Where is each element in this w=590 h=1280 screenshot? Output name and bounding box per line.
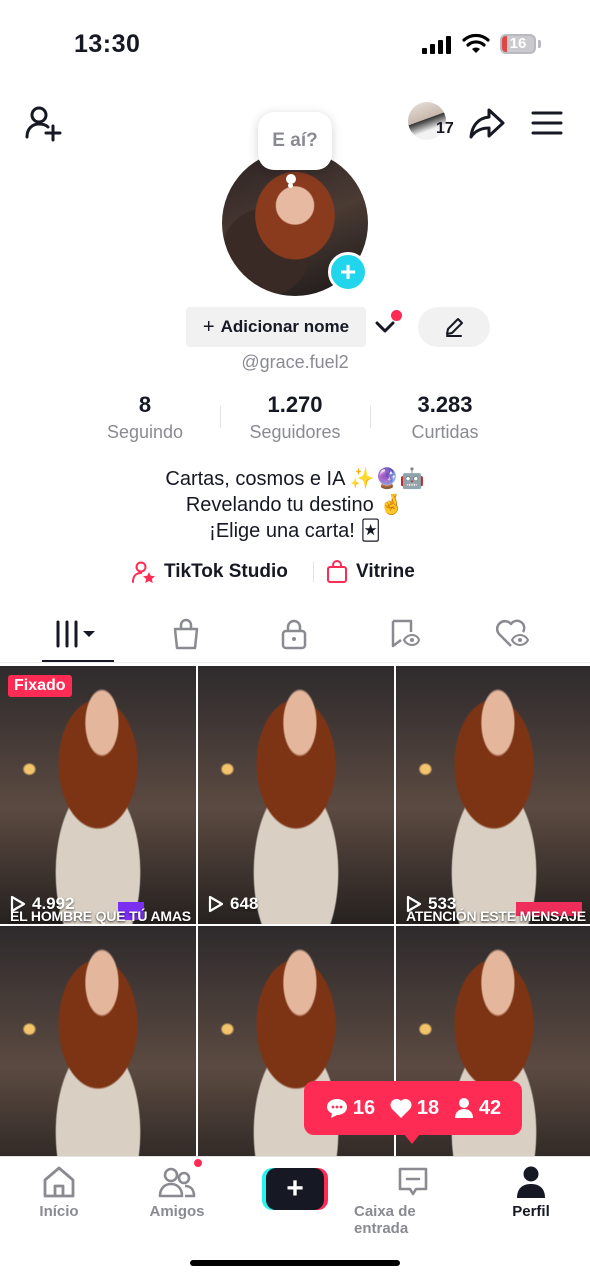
shopping-bag-icon bbox=[327, 560, 347, 583]
heart-icon bbox=[390, 1098, 412, 1118]
likes-value: 18 bbox=[416, 1096, 440, 1119]
comment-icon bbox=[326, 1099, 347, 1118]
tab-videos[interactable] bbox=[40, 612, 116, 656]
stat-followers[interactable]: 1.270 Seguidores bbox=[225, 392, 365, 443]
nav-profile[interactable]: Perfil bbox=[472, 1165, 590, 1220]
share-profile-button[interactable] bbox=[466, 104, 508, 142]
shop-bag-icon bbox=[173, 618, 199, 650]
status-bar: 13:30 16 bbox=[0, 0, 590, 90]
plus-icon: + bbox=[339, 256, 357, 287]
plus-icon: + bbox=[266, 1168, 324, 1210]
video-thumbnail[interactable] bbox=[198, 926, 394, 1184]
video-caption: EL HOMBRE QUE TÚ AMAS bbox=[10, 908, 191, 924]
battery-level: 16 bbox=[509, 35, 527, 52]
liked-heart-icon bbox=[495, 619, 529, 647]
home-indicator bbox=[190, 1260, 400, 1266]
tiktok-studio-link[interactable]: TikTok Studio bbox=[132, 558, 288, 586]
nav-inbox[interactable]: Caixa de entrada bbox=[354, 1165, 472, 1237]
cellular-signal-icon bbox=[422, 36, 451, 54]
add-friend-button[interactable] bbox=[22, 102, 64, 144]
tab-liked[interactable] bbox=[474, 612, 550, 656]
video-thumbnail[interactable]: Fixado 4.992 EL HOMBRE QUE TÚ AMAS bbox=[0, 666, 196, 924]
stat-likes[interactable]: 3.283 Curtidas bbox=[375, 392, 515, 443]
play-icon bbox=[208, 895, 224, 913]
video-thumbnail[interactable]: 648 bbox=[198, 666, 394, 924]
creator-star-icon bbox=[132, 561, 155, 583]
share-arrow-icon bbox=[469, 108, 505, 139]
tiktok-studio-label: TikTok Studio bbox=[164, 561, 288, 582]
video-thumbnail[interactable] bbox=[396, 926, 590, 1184]
menu-button[interactable] bbox=[528, 104, 566, 142]
stat-label: Seguindo bbox=[106, 422, 184, 442]
home-icon bbox=[43, 1166, 75, 1198]
lock-icon bbox=[281, 619, 307, 650]
video-thumbnail[interactable]: 533 ATENCIÓN ESTE MENSAJE bbox=[396, 666, 590, 924]
pencil-icon bbox=[446, 318, 463, 337]
activity-notification[interactable]: 16 18 42 bbox=[304, 1081, 522, 1135]
friends-notification-dot bbox=[192, 1157, 204, 1169]
vitrine-label: Vitrine bbox=[356, 561, 415, 582]
status-time: 13:30 bbox=[74, 30, 141, 58]
view-count-value: 648 bbox=[230, 894, 259, 913]
battery-icon: 16 bbox=[500, 34, 536, 54]
nav-inbox-label: Caixa de entrada bbox=[354, 1203, 416, 1237]
video-thumbnail[interactable] bbox=[0, 926, 196, 1184]
stat-value: 1.270 bbox=[267, 392, 323, 417]
stat-label: Seguidores bbox=[249, 422, 341, 442]
status-bubble[interactable]: E aí? bbox=[258, 112, 332, 170]
bio-line: ¡Elige una carta! 🃏 bbox=[209, 520, 381, 542]
nav-home[interactable]: Início bbox=[0, 1165, 118, 1220]
vitrine-link[interactable]: Vitrine bbox=[326, 558, 415, 586]
reposts-icon bbox=[391, 619, 420, 648]
add-name-label: Adicionar nome bbox=[220, 317, 350, 336]
add-name-button[interactable]: + Adicionar nome bbox=[186, 307, 366, 347]
chevron-down-icon[interactable] bbox=[374, 318, 396, 336]
edit-profile-button[interactable] bbox=[418, 307, 490, 347]
stat-label: Curtidas bbox=[411, 422, 479, 442]
tab-private[interactable] bbox=[256, 612, 332, 656]
username-handle: @grace.fuel2 bbox=[241, 352, 349, 372]
tab-reposts[interactable] bbox=[366, 612, 442, 656]
videos-grid-icon bbox=[56, 620, 95, 648]
plus-icon: + bbox=[202, 315, 215, 338]
video-caption: ATENCIÓN ESTE MENSAJE bbox=[406, 908, 586, 924]
nav-home-label: Início bbox=[39, 1203, 79, 1220]
stat-value: 8 bbox=[138, 392, 152, 417]
pinned-badge: Fixado bbox=[8, 675, 72, 697]
profile-person-icon bbox=[517, 1166, 545, 1198]
friends-icon bbox=[158, 1167, 196, 1198]
avatar-add-button[interactable]: + bbox=[328, 252, 368, 292]
nav-friends-label: Amigos bbox=[149, 1203, 205, 1220]
comments-count: 16 bbox=[325, 1097, 375, 1120]
followers-count: 42 bbox=[453, 1097, 501, 1120]
likes-count: 18 bbox=[389, 1097, 439, 1120]
bio-line: Revelando tu destino 🤞 bbox=[185, 494, 405, 516]
profile-bio: Cartas, cosmos e IA ✨🔮🤖 Revelando tu des… bbox=[0, 466, 590, 544]
add-person-icon bbox=[25, 106, 62, 142]
stat-following[interactable]: 8 Seguindo bbox=[75, 392, 215, 443]
wifi-icon bbox=[462, 33, 490, 53]
comments-value: 16 bbox=[352, 1096, 376, 1119]
hamburger-menu-icon bbox=[531, 111, 563, 135]
bio-line: Cartas, cosmos e IA ✨🔮🤖 bbox=[165, 468, 425, 490]
stat-value: 3.283 bbox=[417, 392, 473, 417]
nav-profile-label: Perfil bbox=[512, 1203, 550, 1220]
person-icon bbox=[454, 1098, 473, 1118]
create-button[interactable]: + bbox=[262, 1168, 328, 1210]
inbox-icon bbox=[398, 1167, 428, 1196]
view-count: 648 bbox=[208, 894, 258, 914]
friend-count-badge: 17 bbox=[436, 120, 454, 137]
tab-shop[interactable] bbox=[148, 612, 224, 656]
notification-dot bbox=[391, 310, 402, 321]
nav-friends[interactable]: Amigos bbox=[118, 1165, 236, 1220]
followers-value: 42 bbox=[478, 1096, 502, 1119]
